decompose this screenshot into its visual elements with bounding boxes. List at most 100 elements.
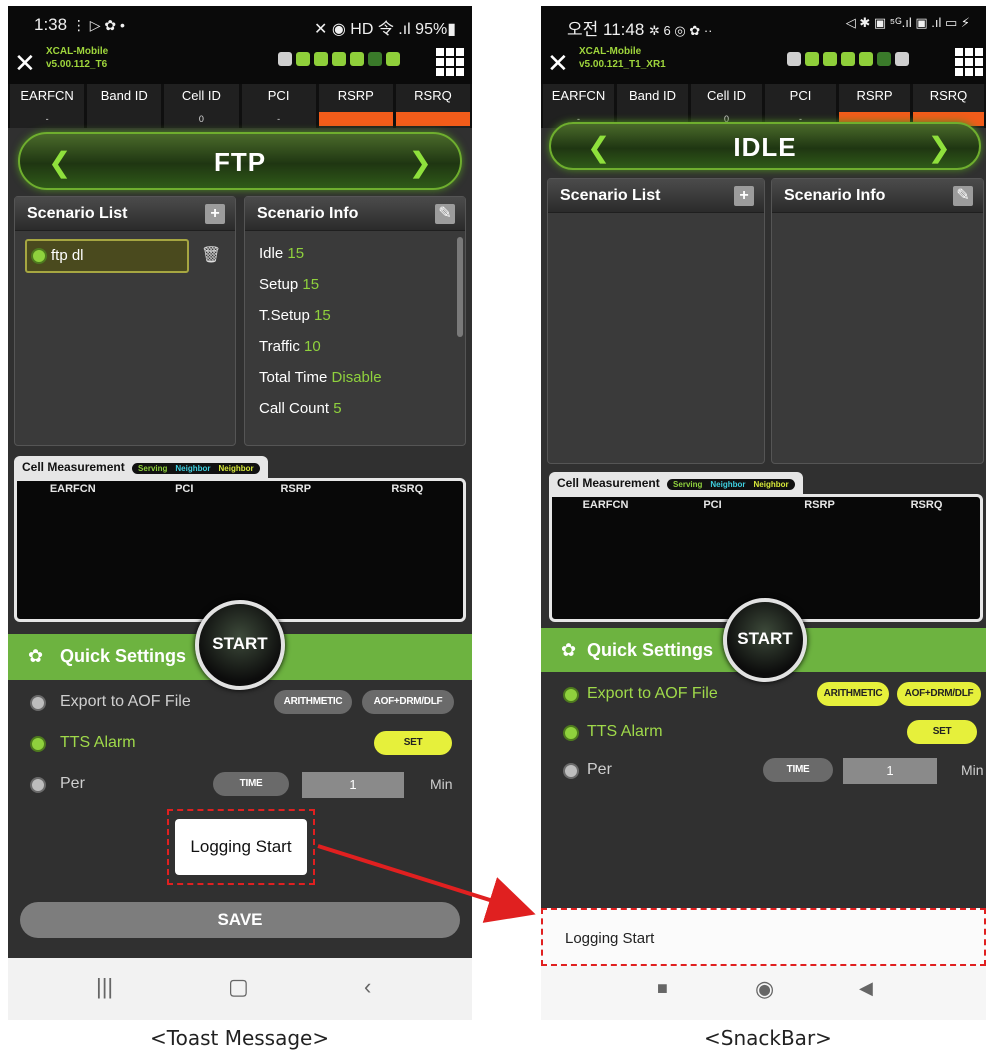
sync-icon[interactable] bbox=[841, 52, 855, 66]
option-export[interactable]: Export to AOF File ARITHMETIC AOF+DRM/DL… bbox=[541, 680, 986, 710]
time-value-field[interactable]: 1 bbox=[843, 758, 937, 784]
battery-icon[interactable] bbox=[368, 52, 382, 66]
per-radio[interactable] bbox=[32, 779, 44, 791]
back-icon[interactable]: ‹ bbox=[364, 974, 371, 1000]
time-unit: Min bbox=[430, 776, 453, 792]
app-version: v5.00.112_T6 bbox=[46, 59, 108, 70]
export-radio[interactable] bbox=[32, 697, 44, 709]
add-scenario-icon[interactable]: + bbox=[205, 204, 225, 224]
next-mode-icon[interactable]: ❯ bbox=[928, 131, 951, 164]
mode-label: FTP bbox=[213, 147, 267, 177]
start-button[interactable]: START bbox=[723, 598, 807, 682]
cell-type-pills: Serving Neighbor Neighbor bbox=[132, 463, 260, 474]
gps-icon[interactable] bbox=[350, 52, 364, 66]
info-call-count: Call Count 5 bbox=[259, 400, 342, 417]
tts-radio[interactable] bbox=[565, 727, 577, 739]
meas-cell-id: Cell ID 0 bbox=[164, 84, 239, 128]
save-icon[interactable] bbox=[823, 52, 837, 66]
back-icon[interactable]: ◀ bbox=[859, 978, 873, 999]
clock-icon[interactable] bbox=[386, 52, 400, 66]
wifi-icon[interactable] bbox=[278, 52, 292, 66]
time-chip[interactable]: TIME bbox=[763, 758, 833, 782]
selected-radio-icon bbox=[33, 250, 45, 262]
info-traffic: Traffic 10 bbox=[259, 338, 321, 355]
record-icon[interactable] bbox=[805, 52, 819, 66]
meas-pci: PCI - bbox=[241, 84, 316, 128]
info-scrollbar[interactable] bbox=[457, 237, 463, 337]
mode-label: IDLE bbox=[733, 132, 797, 162]
sync-icon[interactable] bbox=[332, 52, 346, 66]
snackbar-example-phone: 오전 11:48 ✲ 6 ◎ ✿ ·· ◁ ✱ ▣ ⁵ᴳ.ıl ▣ .ıl ▭ … bbox=[541, 6, 986, 1020]
gps-icon[interactable] bbox=[859, 52, 873, 66]
delete-icon[interactable]: 🗑 bbox=[201, 245, 221, 267]
arithmetic-chip[interactable]: ARITHMETIC bbox=[817, 682, 889, 706]
start-button[interactable]: START bbox=[195, 600, 285, 690]
per-radio[interactable] bbox=[565, 765, 577, 777]
status-icons: ✕ ◉ HD 令 .ıl 95%▮ bbox=[314, 21, 456, 38]
scenario-info-header: Scenario Info ✎ bbox=[245, 197, 465, 231]
status-time: 1:38 ⋮ ▷ ✿ • bbox=[34, 15, 125, 34]
wifi-icon[interactable] bbox=[787, 52, 801, 66]
info-total-time: Total Time Disable bbox=[259, 369, 382, 386]
clock-icon[interactable] bbox=[895, 52, 909, 66]
time-unit: Min bbox=[961, 762, 984, 778]
meas-rsrq: RSRQ bbox=[395, 84, 471, 128]
info-idle: Idle 15 bbox=[259, 245, 305, 262]
android-nav-bar: ■ ◉ ◀ bbox=[541, 964, 986, 1020]
scenario-info-panel: Scenario Info ✎ bbox=[771, 178, 984, 464]
tts-radio[interactable] bbox=[32, 738, 44, 750]
mode-selector: ❮ IDLE ❯ bbox=[549, 122, 981, 170]
option-tts[interactable]: TTS Alarm SET bbox=[541, 718, 986, 748]
scenario-list-panel: Scenario List + bbox=[547, 178, 765, 464]
scenario-list-header: Scenario List + bbox=[548, 179, 764, 213]
aof-drm-chip[interactable]: AOF+DRM/DLF bbox=[362, 690, 454, 714]
snackbar-message: Logging Start bbox=[565, 930, 655, 947]
scenario-info-panel: Scenario Info ✎ Idle 15 Setup 15 T.Setup… bbox=[244, 196, 466, 446]
next-mode-icon[interactable]: ❯ bbox=[409, 146, 432, 179]
android-nav-bar: ||| ▢ ‹ bbox=[8, 958, 472, 1020]
save-icon[interactable] bbox=[314, 52, 328, 66]
aof-drm-chip[interactable]: AOF+DRM/DLF bbox=[897, 682, 981, 706]
option-per[interactable]: Per TIME 1 Min bbox=[541, 756, 986, 786]
menu-grid-icon[interactable] bbox=[955, 48, 983, 76]
arithmetic-chip[interactable]: ARITHMETIC bbox=[274, 690, 352, 714]
cell-measurement-tab: Cell Measurement Serving Neighbor Neighbor bbox=[14, 456, 268, 480]
wrench-icon[interactable]: ✕ bbox=[14, 49, 42, 77]
option-per[interactable]: Per TIME 1 Min bbox=[8, 770, 472, 800]
toast-message: Logging Start bbox=[175, 819, 307, 875]
snackbar-highlight: Logging Start bbox=[541, 908, 986, 966]
recents-icon[interactable]: ■ bbox=[657, 978, 668, 999]
recents-icon[interactable]: ||| bbox=[96, 974, 113, 1000]
meas-rsrp: RSRP bbox=[318, 84, 393, 128]
home-icon[interactable]: ◉ bbox=[755, 976, 774, 1002]
option-export[interactable]: Export to AOF File ARITHMETIC AOF+DRM/DL… bbox=[8, 688, 472, 718]
add-scenario-icon[interactable]: + bbox=[734, 186, 754, 206]
status-icons: ◁ ✱ ▣ ⁵ᴳ.ıl ▣ .ıl ▭ ⚡ bbox=[845, 15, 970, 30]
app-bar: ✕ XCAL-Mobile v5.00.121_T1_XR1 bbox=[541, 42, 986, 84]
toolbar-icons bbox=[787, 52, 909, 66]
edit-icon[interactable]: ✎ bbox=[435, 204, 455, 224]
time-value-field[interactable]: 1 bbox=[302, 772, 404, 798]
menu-grid-icon[interactable] bbox=[436, 48, 464, 76]
record-icon[interactable] bbox=[296, 52, 310, 66]
set-button[interactable]: SET bbox=[374, 731, 452, 755]
battery-icon[interactable] bbox=[877, 52, 891, 66]
option-tts[interactable]: TTS Alarm SET bbox=[8, 729, 472, 759]
measurement-bar: EARFCN - Band ID Cell ID 0 PCI - RSRP RSRQ bbox=[8, 84, 472, 128]
toolbar-icons bbox=[278, 52, 400, 66]
save-button[interactable]: SAVE bbox=[20, 902, 460, 938]
time-chip[interactable]: TIME bbox=[213, 772, 289, 796]
app-name: XCAL-Mobile bbox=[579, 46, 642, 57]
home-icon[interactable]: ▢ bbox=[228, 974, 249, 1000]
toast-highlight: Logging Start bbox=[167, 809, 315, 885]
cell-type-pills: Serving Neighbor Neighbor bbox=[667, 479, 795, 490]
export-radio[interactable] bbox=[565, 689, 577, 701]
gear-icon: ✿ bbox=[561, 640, 577, 660]
edit-icon[interactable]: ✎ bbox=[953, 186, 973, 206]
set-button[interactable]: SET bbox=[907, 720, 977, 744]
cell-measurement: Cell Measurement Serving Neighbor Neighbor… bbox=[14, 456, 466, 622]
app-bar: ✕ XCAL-Mobile v5.00.112_T6 bbox=[8, 42, 472, 84]
scenario-item[interactable]: ftp dl bbox=[25, 239, 189, 273]
wrench-icon[interactable]: ✕ bbox=[547, 49, 575, 77]
status-time: 오전 11:48 ✲ 6 ◎ ✿ ·· bbox=[567, 20, 713, 39]
